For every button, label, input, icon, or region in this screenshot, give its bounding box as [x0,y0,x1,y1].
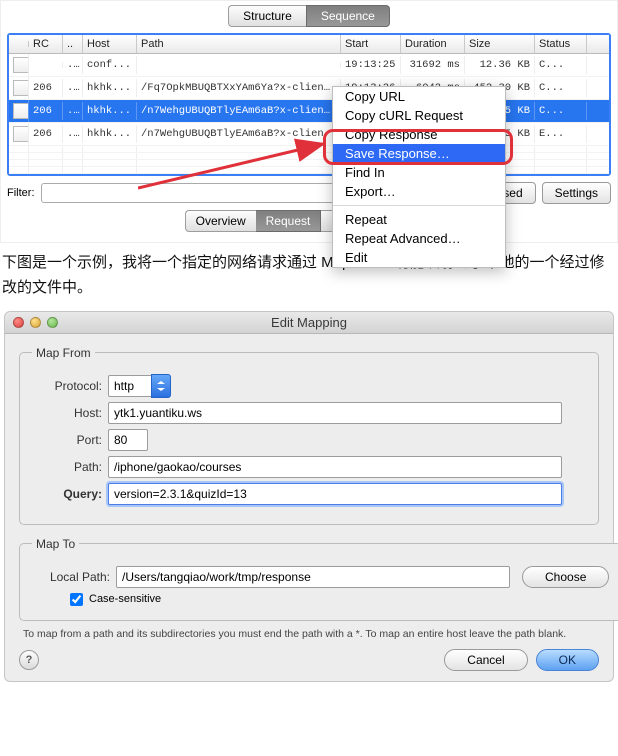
cell-start: 19:13:25 [341,56,401,74]
path-input[interactable] [108,456,562,478]
local-path-label: Local Path: [32,570,110,584]
local-path-input[interactable] [116,566,510,588]
col-duration[interactable]: Duration [401,35,465,53]
cell-duration: 31692 ms [401,56,465,74]
cell-host: hkhk... [83,102,137,120]
query-input[interactable] [108,483,562,505]
protocol-select[interactable] [108,375,170,397]
table-row[interactable]: ..conf... 19:13:2531692 ms12.36 KBC... [9,54,609,77]
detail-tabs: OverviewRequestResponsetes [7,210,611,232]
cell-status: E... [535,125,587,143]
map-to-group: Map To Local Path: Choose Case-sensitive [19,537,618,621]
cell-host: conf... [83,56,137,74]
close-icon[interactable] [13,317,24,328]
col-host[interactable]: Host [83,35,137,53]
requests-panel: Structure Sequence RC .. Host Path Start… [0,0,618,243]
explanation-paragraph: 下图是一个示例，我将一个指定的网络请求通过 Map Local 功能映射到了本地… [0,243,618,309]
cell-path: /n7WehgUBUQBTlyEAm6aB?x-clien [137,125,341,143]
window-controls[interactable] [5,317,58,328]
cell-rc: 206 [29,102,63,120]
document-icon [9,100,29,122]
col-path[interactable]: Path [137,35,341,53]
cell-dots: .. [63,79,83,97]
cell-host: hkhk... [83,79,137,97]
menu-item[interactable]: Export… [333,182,505,201]
document-icon [9,54,29,76]
cell-dots: .. [63,56,83,74]
col-size[interactable]: Size [465,35,535,53]
map-from-group: Map From Protocol: Host: Port: Path: Que… [19,346,599,525]
table-row[interactable]: 206..hkhk.../n7WehgUBUQBTlyEAm6aB?x-clie… [9,123,609,146]
cell-host: hkhk... [83,125,137,143]
dialog-footer: ? Cancel OK [5,643,613,671]
menu-item[interactable]: Edit [333,248,505,267]
cell-status: C... [535,56,587,74]
cell-status: C... [535,79,587,97]
dialog-title: Edit Mapping [5,315,613,330]
document-icon [9,123,29,145]
cell-status: C... [535,102,587,120]
port-input[interactable] [108,429,148,451]
cell-path [137,62,341,68]
cell-dots: .. [63,125,83,143]
tab-structure[interactable]: Structure [228,5,306,27]
path-label: Path: [32,460,102,474]
requests-table[interactable]: RC .. Host Path Start Duration Size Stat… [7,33,611,176]
filter-bar: Filter: Focussed Settings [7,182,611,204]
case-sensitive-label: Case-sensitive [89,593,161,605]
detail-tab[interactable]: Request [256,210,322,232]
query-label: Query: [32,487,102,501]
table-header: RC .. Host Path Start Duration Size Stat… [9,35,609,54]
dialog-titlebar[interactable]: Edit Mapping [5,312,613,334]
tab-sequence[interactable]: Sequence [306,5,390,27]
cell-size: 12.36 KB [465,56,535,74]
map-from-legend: Map From [32,346,95,360]
dropdown-icon[interactable] [151,374,171,398]
table-row[interactable]: 206..hkhk.../Fq7OpkMBUQBTXxYAm6Ya?x-clie… [9,77,609,100]
cell-rc [29,62,63,68]
menu-item[interactable]: Copy Response [333,125,505,144]
table-row[interactable] [9,160,609,167]
host-input[interactable] [108,402,562,424]
mapping-note: To map from a path and its subdirectorie… [23,627,595,641]
menu-item[interactable]: Repeat [333,210,505,229]
choose-button[interactable]: Choose [522,566,609,588]
table-row[interactable] [9,146,609,153]
menu-item[interactable]: Repeat Advanced… [333,229,505,248]
col-status[interactable]: Status [535,35,587,53]
menu-item[interactable]: Copy cURL Request [333,106,505,125]
view-segmented-control: Structure Sequence [7,5,611,27]
col-dots[interactable]: .. [63,35,83,53]
help-button[interactable]: ? [19,650,39,670]
edit-mapping-dialog: Edit Mapping Map From Protocol: Host: Po… [4,311,614,682]
table-row[interactable]: 206..hkhk.../n7WehgUBUQBTlyEAm6aB?x-clie… [9,100,609,123]
detail-tab[interactable]: Overview [185,210,256,232]
cell-path: /n7WehgUBUQBTlyEAm6aB?x-client-... [137,102,341,120]
table-row[interactable] [9,153,609,160]
menu-item[interactable]: Save Response… [333,144,505,163]
host-label: Host: [32,406,102,420]
menu-item[interactable]: Copy URL [333,87,505,106]
case-sensitive-checkbox[interactable] [70,593,83,606]
cell-rc: 206 [29,125,63,143]
cell-dots: .. [63,102,83,120]
col-start[interactable]: Start [341,35,401,53]
protocol-label: Protocol: [32,379,102,393]
map-to-legend: Map To [32,537,79,551]
port-label: Port: [32,433,102,447]
context-menu[interactable]: Copy URLCopy cURL RequestCopy ResponseSa… [332,86,506,268]
settings-button[interactable]: Settings [542,182,611,204]
filter-label: Filter: [7,187,35,199]
cell-rc: 206 [29,79,63,97]
minimize-icon[interactable] [30,317,41,328]
zoom-icon[interactable] [47,317,58,328]
table-row[interactable] [9,167,609,174]
menu-item[interactable]: Find In [333,163,505,182]
cell-path: /Fq7OpkMBUQBTXxYAm6Ya?x-client-req... [137,79,341,97]
col-rc[interactable]: RC [29,35,63,53]
document-icon [9,77,29,99]
menu-separator [333,205,505,206]
cancel-button[interactable]: Cancel [444,649,527,671]
ok-button[interactable]: OK [536,649,599,671]
